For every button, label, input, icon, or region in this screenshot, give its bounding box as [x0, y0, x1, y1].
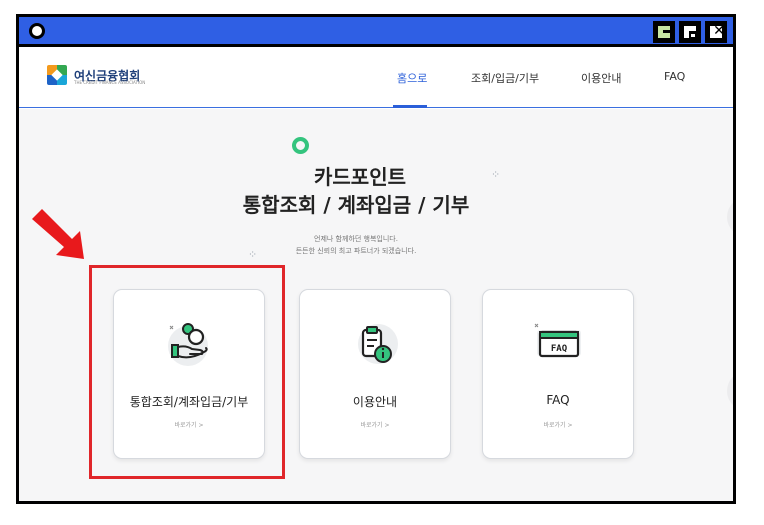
site-logo[interactable]: 여신금융협회 THE CREDIT FINANCE ASSOCIATION: [47, 65, 145, 85]
card-label: 통합조회/계좌입금/기부: [129, 395, 249, 409]
maximize-button[interactable]: [679, 21, 701, 43]
title-bar: ✕: [19, 17, 733, 47]
minimize-icon: [663, 30, 671, 33]
app-window: ✕ 여신금융협회 THE CREDIT FINANCE ASSOCIATION …: [16, 14, 736, 504]
close-button[interactable]: ✕: [705, 21, 727, 43]
decorative-ring-icon: [292, 137, 309, 154]
hero-subtitle-line1: 언제나 함께하던 행복입니다.: [314, 235, 398, 243]
card-label: 이용안내: [352, 395, 398, 409]
red-arrow-icon: [32, 209, 84, 259]
card-link[interactable]: 바로가기 >: [483, 420, 633, 429]
nav-faq[interactable]: FAQ: [664, 70, 685, 83]
main-content: ⁘ ⁘ 카드포인트 통합조회 / 계좌입금 / 기부 언제나 함께하던 행복입니…: [19, 109, 733, 501]
hero-title-line2: 통합조회 / 계좌입금 / 기부: [242, 193, 470, 217]
site-header: 여신금융협회 THE CREDIT FINANCE ASSOCIATION 홈으…: [19, 50, 733, 108]
side-decoration: [727, 371, 733, 411]
maximize-icon: [689, 31, 697, 39]
window-menu-icon[interactable]: [29, 23, 45, 39]
close-icon: ✕: [713, 23, 725, 39]
card-link[interactable]: 바로가기 >: [114, 420, 264, 429]
svg-text:FAQ: FAQ: [551, 344, 568, 354]
logo-tagline: THE CREDIT FINANCE ASSOCIATION: [74, 80, 146, 85]
card-link[interactable]: 바로가기 >: [300, 420, 450, 429]
nav-guide[interactable]: 이용안내: [581, 70, 621, 86]
nav-home-active-indicator: [393, 105, 427, 108]
hero-title-line1: 카드포인트: [314, 165, 406, 189]
logo-icon: [47, 65, 67, 85]
card-guide[interactable]: 이용안내 바로가기 >: [299, 289, 451, 459]
hero-subtitle-line2: 든든한 신뢰의 최고 파트너가 되겠습니다.: [295, 247, 417, 255]
clipboard-info-icon: [358, 324, 398, 364]
hand-coin-icon: [168, 323, 208, 366]
card-inquiry[interactable]: 통합조회/계좌입금/기부 바로가기 >: [113, 289, 265, 459]
side-decoration: [727, 197, 733, 237]
minimize-button[interactable]: [653, 21, 675, 43]
card-faq[interactable]: FAQ FAQ 바로가기 >: [482, 289, 634, 459]
nav-home[interactable]: 홈으로: [397, 70, 427, 86]
nav-inquiry[interactable]: 조회/입금/기부: [471, 70, 539, 86]
card-label: FAQ: [546, 393, 570, 407]
faq-window-icon: FAQ: [534, 323, 581, 358]
